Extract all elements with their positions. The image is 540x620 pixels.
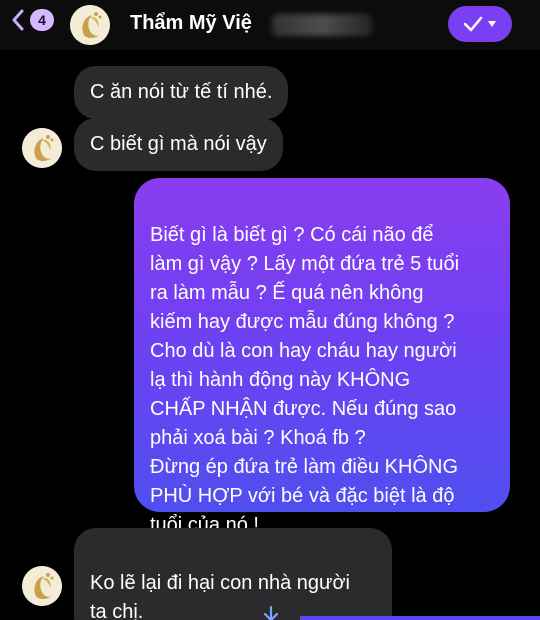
- salon-logo-icon: [22, 566, 62, 606]
- sender-avatar[interactable]: [22, 128, 62, 168]
- incoming-message[interactable]: Ko lẽ lại đi hại con nhà người ta chị.: [74, 528, 392, 620]
- incoming-message[interactable]: C biết gì mà nói vậy: [74, 118, 283, 171]
- chat-screen: 4 Thẩm Mỹ Việ C ăn nói từ tế tí nhé. C b…: [0, 0, 540, 620]
- chat-header: 4 Thẩm Mỹ Việ: [0, 0, 540, 50]
- unread-count-badge: 4: [30, 9, 54, 31]
- message-text: C biết gì mà nói vậy: [90, 133, 267, 155]
- chevron-left-icon: [12, 9, 24, 31]
- sender-avatar[interactable]: [22, 566, 62, 606]
- next-message-edge: [300, 616, 540, 620]
- salon-logo-icon: [22, 128, 62, 168]
- message-text: Ko lẽ lại đi hại con nhà người ta chị.: [90, 572, 350, 620]
- actions-button[interactable]: [448, 6, 512, 42]
- caret-down-icon: [488, 21, 496, 27]
- message-text: Biết gì là biết gì ? Có cái não để làm g…: [150, 224, 460, 536]
- avatar[interactable]: [70, 5, 110, 45]
- blurred-name-region: [272, 14, 372, 36]
- outgoing-message[interactable]: Biết gì là biết gì ? Có cái não để làm g…: [134, 178, 510, 536]
- chat-title[interactable]: Thẩm Mỹ Việ: [130, 12, 252, 35]
- arrow-down-icon: [263, 606, 279, 620]
- checkmark-icon: [463, 16, 483, 32]
- back-button[interactable]: 4: [10, 8, 54, 32]
- incoming-message[interactable]: C ăn nói từ tế tí nhé.: [74, 66, 289, 119]
- salon-logo-icon: [70, 5, 110, 45]
- message-text: C ăn nói từ tế tí nhé.: [90, 81, 273, 103]
